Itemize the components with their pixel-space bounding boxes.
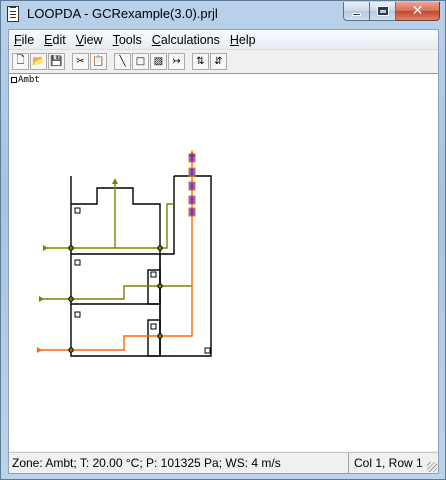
zone-marker-icon[interactable] xyxy=(150,323,157,330)
caption-buttons: ✕ xyxy=(343,2,440,22)
move-up-icon[interactable]: ⇅ xyxy=(192,53,209,70)
drawing-canvas[interactable]: Ambt xyxy=(9,73,438,451)
zone-marker-icon[interactable] xyxy=(150,271,157,278)
toolbar: 🗋 📂 💾 ✂ 📋 ╲ □ ▧ ↣ ⇅ ⇵ xyxy=(9,51,438,72)
open-folder-icon[interactable]: 📂 xyxy=(30,53,47,70)
zone-markers xyxy=(74,207,211,354)
window-title: LOOPDA - GCRexample(3.0).prjl xyxy=(27,6,218,21)
move-down-icon[interactable]: ⇵ xyxy=(210,53,227,70)
olive-paths xyxy=(39,184,192,300)
menu-view[interactable]: View xyxy=(71,30,108,50)
save-icon[interactable]: 💾 xyxy=(48,53,65,70)
new-file-icon[interactable]: 🗋 xyxy=(12,53,29,70)
resize-grip-icon[interactable] xyxy=(427,462,437,472)
status-position: Col 1, Row 1 xyxy=(354,456,423,470)
building-sketch[interactable] xyxy=(9,74,438,452)
shaft-node-icon[interactable] xyxy=(188,181,196,191)
junction-node[interactable] xyxy=(157,283,163,289)
title-bar[interactable]: LOOPDA - GCRexample(3.0).prjl ✕ xyxy=(1,1,445,28)
arrow-icon xyxy=(112,178,118,184)
arrow-tool-icon[interactable]: ↣ xyxy=(168,53,185,70)
shaft-node-icon[interactable] xyxy=(188,167,196,177)
arrow-icon xyxy=(43,245,48,251)
zone-marker-icon[interactable] xyxy=(74,207,81,214)
maximize-button[interactable] xyxy=(370,2,396,21)
minimize-button[interactable] xyxy=(343,2,370,21)
menu-calculations[interactable]: Calculations xyxy=(147,30,225,50)
arrow-icon xyxy=(39,296,44,302)
menu-tools[interactable]: Tools xyxy=(108,30,147,50)
shaft-node-icon[interactable] xyxy=(188,207,196,217)
menu-edit[interactable]: Edit xyxy=(39,30,71,50)
menu-bar: File Edit View Tools Calculations Help xyxy=(9,30,438,50)
arrow-icon xyxy=(37,347,42,353)
paste-icon[interactable]: 📋 xyxy=(90,53,107,70)
middle-zone-outline[interactable] xyxy=(70,254,161,305)
status-bar: Zone: Ambt; T: 20.00 °C; P: 101325 Pa; W… xyxy=(9,452,438,473)
middle-airflow-path[interactable] xyxy=(39,285,192,300)
junction-node[interactable] xyxy=(68,296,74,302)
minimize-icon xyxy=(352,12,361,16)
junction-node[interactable] xyxy=(157,333,163,339)
zone-marker-icon[interactable] xyxy=(74,311,81,318)
shaft-node-icon[interactable] xyxy=(188,153,196,163)
junction-node[interactable] xyxy=(157,245,163,251)
app-window: LOOPDA - GCRexample(3.0).prjl ✕ File Edi… xyxy=(0,0,446,480)
junction-node[interactable] xyxy=(68,245,74,251)
olive-arrows xyxy=(39,178,118,302)
close-button[interactable]: ✕ xyxy=(396,2,440,21)
status-zone-info: Zone: Ambt; T: 20.00 °C; P: 101325 Pa; W… xyxy=(9,453,349,473)
zone-marker-icon[interactable] xyxy=(204,347,211,354)
junction-node[interactable] xyxy=(68,347,74,353)
shaft-node-icon[interactable] xyxy=(188,195,196,205)
menu-help[interactable]: Help xyxy=(225,30,261,50)
lower-zone-outline[interactable] xyxy=(70,304,161,357)
close-icon: ✕ xyxy=(411,3,424,19)
shaft-outline[interactable] xyxy=(160,175,212,357)
menu-file[interactable]: File xyxy=(9,30,39,50)
app-icon[interactable] xyxy=(7,6,19,22)
client-area: File Edit View Tools Calculations Help 🗋… xyxy=(8,29,439,474)
upper-airflow-path[interactable] xyxy=(43,203,174,249)
cut-icon[interactable]: ✂ xyxy=(72,53,89,70)
hatch-tool-icon[interactable]: ▧ xyxy=(150,53,167,70)
line-tool-icon[interactable]: ╲ xyxy=(114,53,131,70)
zone-marker-icon[interactable] xyxy=(74,259,81,266)
maximize-icon xyxy=(376,6,389,16)
rectangle-tool-icon[interactable]: □ xyxy=(132,53,149,70)
